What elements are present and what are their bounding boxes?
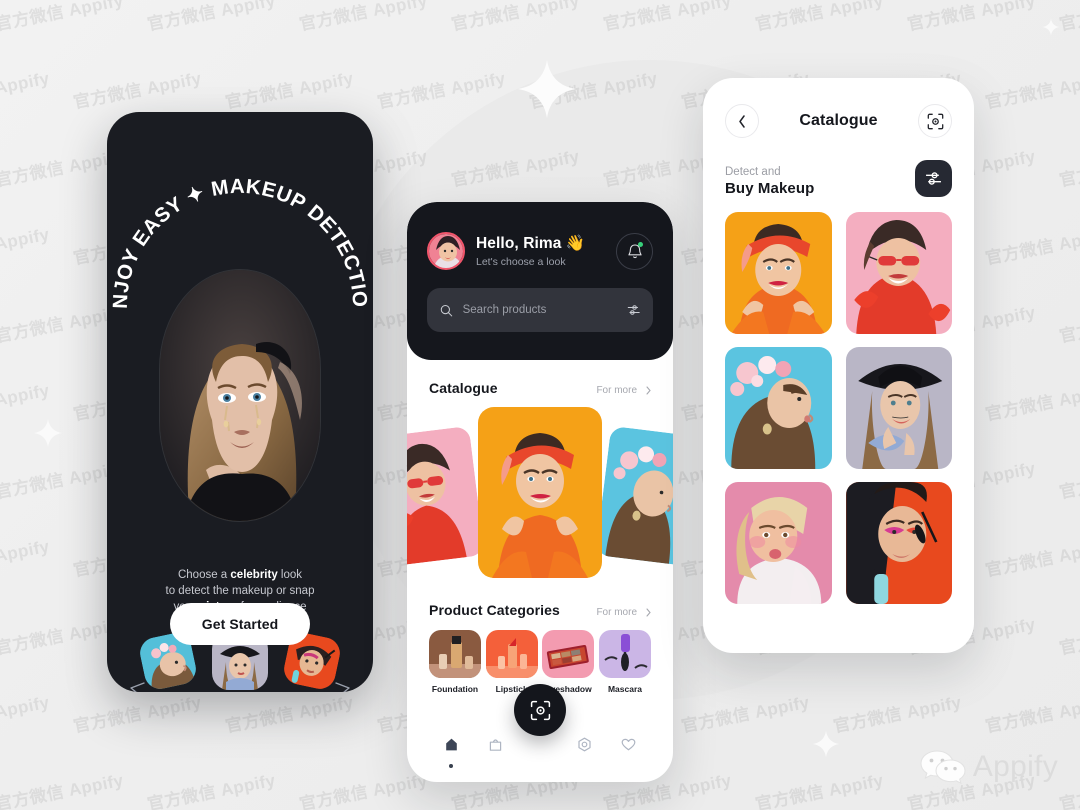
- sliders-icon[interactable]: [627, 303, 640, 317]
- catalogue-grid: [725, 212, 952, 604]
- notification-dot: [638, 241, 643, 247]
- catalogue-section-header: Catalogue For more: [407, 380, 673, 396]
- heart-icon: [621, 738, 636, 750]
- tagline-1b: celebrity: [230, 569, 278, 581]
- search-input[interactable]: [462, 304, 617, 316]
- bag-icon: [489, 738, 502, 751]
- avatar[interactable]: [427, 232, 465, 270]
- catalogue-card-flower-crown[interactable]: [595, 425, 673, 567]
- page-title: Catalogue: [799, 112, 878, 129]
- category-foundation-label: Foundation: [431, 684, 479, 694]
- sparkle-decoration-bottom: [812, 730, 840, 758]
- scan-icon: [927, 113, 943, 129]
- category-foundation-image: [429, 630, 481, 678]
- grid-card-pink-blush[interactable]: [725, 482, 832, 604]
- nav-item-bag[interactable]: [481, 729, 511, 759]
- grid-card-red-sunglasses[interactable]: [845, 212, 952, 334]
- search-icon: [440, 304, 453, 316]
- sparkle-decoration-top-right: [1042, 18, 1060, 36]
- category-lipstick-image: [485, 630, 538, 678]
- catalogue-for-more-label: For more: [596, 385, 637, 396]
- scan-button[interactable]: [918, 104, 952, 138]
- tagline-1c: look: [277, 569, 303, 581]
- notification-button[interactable]: [616, 232, 653, 270]
- catalogue-subtitle-row: Detect and Buy Makeup: [725, 160, 952, 197]
- filter-button[interactable]: [915, 160, 952, 197]
- nav-item-favorites[interactable]: [614, 729, 644, 759]
- wechat-icon: [920, 750, 966, 785]
- chevron-left-icon: [739, 114, 745, 128]
- category-mascara[interactable]: Mascara: [598, 630, 651, 694]
- hexagon-icon: [578, 737, 591, 751]
- nav-item-discover[interactable]: [569, 729, 599, 759]
- carousel-next-arrow-icon[interactable]: [335, 680, 351, 692]
- categories-section-header: Product Categories For more: [407, 602, 673, 618]
- brand-name: Appify: [972, 750, 1058, 783]
- brand-logo: Appify: [920, 748, 1058, 786]
- subtitle-big: Buy Makeup: [725, 180, 815, 197]
- grid-card-orange-headscarf[interactable]: [725, 212, 832, 334]
- chevron-right-icon: [646, 386, 651, 395]
- chevron-right-icon: [646, 608, 651, 617]
- back-button[interactable]: [725, 104, 759, 138]
- catalogue-title: Catalogue: [429, 380, 498, 396]
- greeting-subtitle: Let's choose a look: [476, 256, 566, 268]
- phone-catalogue-screen: Catalogue Detect and Buy Makeup: [703, 78, 974, 653]
- scan-fab-button[interactable]: [514, 684, 566, 736]
- category-foundation[interactable]: Foundation: [429, 630, 481, 694]
- catalogue-for-more-link[interactable]: For more: [596, 385, 651, 396]
- greeting-title: Hello, Rima 👋: [476, 235, 586, 252]
- home-header: Hello, Rima 👋 Let's choose a look: [407, 202, 673, 360]
- nav-active-indicator: [449, 764, 454, 768]
- tagline-2: to detect the makeup or snap: [165, 585, 315, 597]
- category-mascara-label: Mascara: [607, 684, 642, 694]
- phone-home-screen: Hello, Rima 👋 Let's choose a look Catalo…: [407, 202, 673, 782]
- category-mascara-image: [598, 630, 651, 678]
- categories-for-more-link[interactable]: For more: [596, 607, 651, 618]
- catalogue-card-red-sunglasses[interactable]: [407, 425, 485, 567]
- subtitle-small: Detect and: [725, 166, 781, 178]
- sliders-icon: [926, 172, 941, 185]
- grid-card-flower-crown[interactable]: [725, 347, 832, 469]
- carousel-prev-arrow-icon[interactable]: [129, 680, 145, 692]
- categories-title: Product Categories: [429, 602, 560, 618]
- catalogue-carousel[interactable]: [407, 407, 673, 582]
- grid-card-mascara-pink-eye[interactable]: [845, 482, 952, 604]
- category-eyeshadow[interactable]: Eyeshadow: [542, 630, 595, 694]
- categories-for-more-label: For more: [596, 607, 637, 618]
- hero-portrait: [159, 269, 321, 522]
- sparkle-decoration-large: [518, 60, 576, 118]
- home-icon: [445, 738, 457, 750]
- category-lipstick[interactable]: Lipstick: [485, 630, 538, 694]
- greeting-row: Hello, Rima 👋 Let's choose a look: [427, 232, 653, 270]
- scan-icon: [530, 700, 550, 720]
- search-bar[interactable]: [427, 288, 653, 332]
- catalogue-card-orange-headscarf[interactable]: [478, 407, 602, 578]
- tagline-1a: Choose a: [177, 569, 231, 581]
- sparkle-decoration-left: [33, 418, 63, 448]
- get-started-button[interactable]: Get Started: [170, 603, 310, 645]
- category-eyeshadow-image: [542, 630, 595, 678]
- nav-item-home[interactable]: [436, 729, 466, 768]
- grid-card-black-hat[interactable]: [845, 347, 952, 469]
- phone-onboarding-screen: ENJOY EASY ✦ MAKEUP DETECTION: [107, 112, 373, 692]
- catalogue-topbar: Catalogue: [725, 104, 952, 138]
